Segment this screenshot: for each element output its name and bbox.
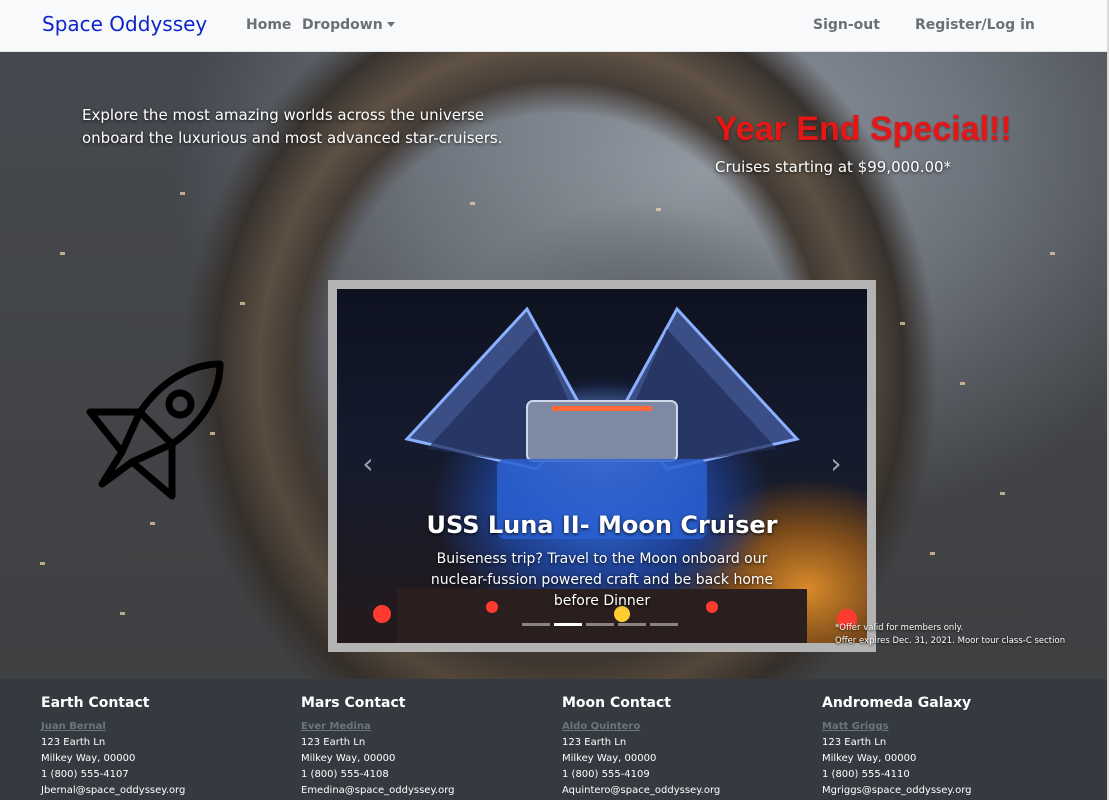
chevron-right-icon: › xyxy=(830,447,842,480)
carousel-frame: USS Luna II- Moon Cruiser Buiseness trip… xyxy=(328,280,876,652)
background-light xyxy=(60,252,65,255)
carousel-prev-button[interactable]: ‹ xyxy=(357,449,379,479)
brand-link[interactable]: Space Oddyssey xyxy=(42,12,207,36)
contact-name-link[interactable]: Ever Medina xyxy=(301,719,541,735)
rocket-icon xyxy=(86,360,224,500)
nav-dropdown-label: Dropdown xyxy=(302,17,383,33)
slide-title: USS Luna II- Moon Cruiser xyxy=(426,511,778,539)
contact-email: Mgriggs@space_oddyssey.org xyxy=(822,785,972,796)
mars-contact: Mars Contact Ever Medina 123 Earth Ln Mi… xyxy=(301,695,541,799)
contact-phone: 1 (800) 555-4109 xyxy=(562,769,650,780)
offer-note-line: *Offer valid for members only. xyxy=(835,623,964,633)
contact-heading: Earth Contact xyxy=(41,695,150,711)
contact-address: 123 Earth Ln xyxy=(562,737,627,748)
nav-register-link[interactable]: Register/Log in xyxy=(915,17,1035,33)
offer-note: *Offer valid for members only. Offer exp… xyxy=(835,622,1065,648)
carousel-indicator[interactable] xyxy=(522,623,550,626)
andromeda-contact: Andromeda Galaxy Matt Griggs 123 Earth L… xyxy=(822,695,1062,799)
contact-heading: Mars Contact xyxy=(301,695,406,711)
contact-city: Milkey Way, 00000 xyxy=(41,753,136,764)
carousel-indicator[interactable] xyxy=(618,623,646,626)
nav-signout-link[interactable]: Sign-out xyxy=(813,17,880,33)
contact-address: 123 Earth Ln xyxy=(822,737,887,748)
background-light xyxy=(40,562,45,565)
navbar: Space Oddyssey Home Dropdown Sign-out Re… xyxy=(0,0,1109,52)
chevron-left-icon: ‹ xyxy=(362,447,374,480)
earth-contact: Earth Contact Juan Bernal 123 Earth Ln M… xyxy=(41,695,281,799)
moon-contact: Moon Contact Aldo Quintero 123 Earth Ln … xyxy=(562,695,802,799)
special-subtitle: Cruises starting at $99,000.00* xyxy=(715,158,952,176)
background-light xyxy=(656,208,661,211)
contact-phone: 1 (800) 555-4110 xyxy=(822,769,910,780)
special-title: Year End Special!! xyxy=(715,110,1012,148)
nav-dropdown-toggle[interactable]: Dropdown xyxy=(302,17,395,33)
background-light xyxy=(900,322,905,325)
hero-section: Explore the most amazing worlds across t… xyxy=(0,52,1107,679)
background-light xyxy=(960,382,965,385)
contact-name-link[interactable]: Aldo Quintero xyxy=(562,719,802,735)
background-light xyxy=(120,612,125,615)
contact-email: Emedina@space_oddyssey.org xyxy=(301,785,455,796)
contact-heading: Andromeda Galaxy xyxy=(822,695,972,711)
nav-home-link[interactable]: Home xyxy=(246,17,291,33)
contact-city: Milkey Way, 00000 xyxy=(562,753,657,764)
hero-intro-text: Explore the most amazing worlds across t… xyxy=(82,106,503,147)
contact-phone: 1 (800) 555-4108 xyxy=(301,769,389,780)
carousel-indicator[interactable] xyxy=(554,623,582,626)
carousel-indicator[interactable] xyxy=(586,623,614,626)
background-light xyxy=(930,552,935,555)
offer-note-line: Offer expires Dec. 31, 2021. Moor tour c… xyxy=(835,636,1066,646)
contact-email: Jbernal@space_oddyssey.org xyxy=(41,785,186,796)
contact-city: Milkey Way, 00000 xyxy=(301,753,396,764)
contact-email: Aquintero@space_oddyssey.org xyxy=(562,785,721,796)
background-light xyxy=(150,522,155,525)
background-light xyxy=(470,202,475,205)
contact-name-link[interactable]: Matt Griggs xyxy=(822,719,1062,735)
contact-address: 123 Earth Ln xyxy=(41,737,106,748)
background-light xyxy=(180,192,185,195)
footer: Earth Contact Juan Bernal 123 Earth Ln M… xyxy=(0,679,1107,800)
background-light xyxy=(240,302,245,305)
contact-heading: Moon Contact xyxy=(562,695,671,711)
contact-city: Milkey Way, 00000 xyxy=(822,753,917,764)
background-light xyxy=(1000,492,1005,495)
contact-address: 123 Earth Ln xyxy=(301,737,366,748)
carousel-next-button[interactable]: › xyxy=(825,449,847,479)
carousel-indicator[interactable] xyxy=(650,623,678,626)
slide-description: Buiseness trip? Travel to the Moon onboa… xyxy=(430,551,774,609)
background-light xyxy=(1050,252,1055,255)
contact-name-link[interactable]: Juan Bernal xyxy=(41,719,281,735)
carousel-indicators xyxy=(522,623,682,627)
contact-phone: 1 (800) 555-4107 xyxy=(41,769,129,780)
carousel[interactable]: USS Luna II- Moon Cruiser Buiseness trip… xyxy=(337,289,867,643)
caret-down-icon xyxy=(386,22,395,27)
